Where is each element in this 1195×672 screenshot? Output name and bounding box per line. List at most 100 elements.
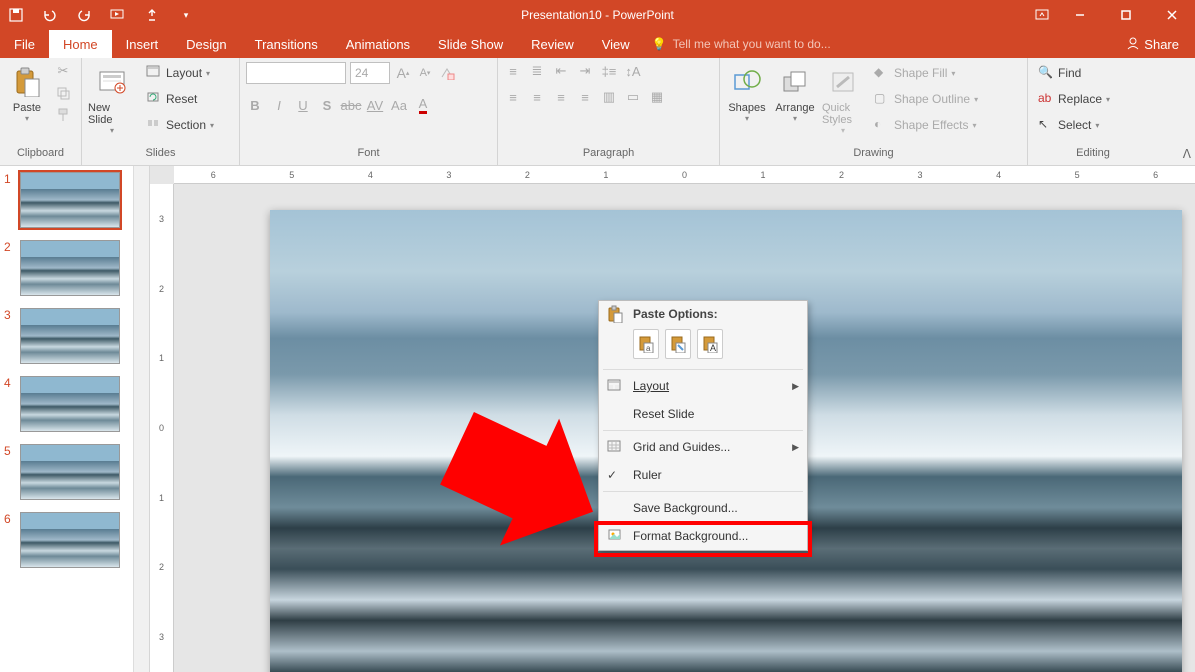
cut-icon[interactable]: ✂ xyxy=(54,62,72,80)
align-text-icon[interactable]: ▭ xyxy=(624,88,642,106)
align-center-icon[interactable]: ≡ xyxy=(528,88,546,106)
bullets-icon[interactable]: ≡ xyxy=(504,62,522,80)
checkmark-icon: ✓ xyxy=(607,468,623,482)
vertical-ruler: 3210123 xyxy=(150,184,174,672)
find-icon: 🔍 xyxy=(1038,65,1054,81)
share-button[interactable]: Share xyxy=(1118,30,1187,58)
collapse-ribbon-icon[interactable]: ᐱ xyxy=(1183,147,1191,161)
window-title: Presentation10 - PowerPoint xyxy=(521,8,674,22)
menu-grid-guides[interactable]: Grid and Guides... ▶ xyxy=(599,433,807,461)
tab-review[interactable]: Review xyxy=(517,30,588,58)
reset-button[interactable]: Reset xyxy=(142,88,218,110)
slide-thumbnail[interactable]: 5 xyxy=(0,438,149,506)
group-font: A▴ A▾ B I U S abc AV Aa A Font xyxy=(240,58,498,165)
font-color-icon[interactable]: A xyxy=(414,96,432,114)
close-icon[interactable] xyxy=(1149,0,1195,30)
bold-icon[interactable]: B xyxy=(246,96,264,114)
grow-font-icon[interactable]: A▴ xyxy=(394,64,412,82)
tell-me-search[interactable]: 💡 Tell me what you want to do... xyxy=(644,30,831,58)
font-family-combo[interactable] xyxy=(246,62,346,84)
menu-save-background[interactable]: Save Background... xyxy=(599,494,807,522)
redo-icon[interactable] xyxy=(76,7,92,23)
format-painter-icon[interactable] xyxy=(54,106,72,124)
shapes-button[interactable]: Shapes▾ xyxy=(726,62,768,123)
group-paragraph: ≡ ≣ ⇤ ⇥ ‡≡ ↕A ≡ ≡ ≡ ≡ ▥ ▭ ▦ Paragraph xyxy=(498,58,720,165)
char-spacing-icon[interactable]: AV xyxy=(366,96,384,114)
shape-outline-button[interactable]: ▢Shape Outline ▾ xyxy=(870,88,982,110)
start-from-beginning-icon[interactable] xyxy=(110,7,126,23)
shape-effects-button[interactable]: ◐Shape Effects ▾ xyxy=(870,114,982,136)
undo-icon[interactable] xyxy=(42,7,58,23)
strikethrough-icon[interactable]: abc xyxy=(342,96,360,114)
tab-design[interactable]: Design xyxy=(172,30,240,58)
shadow-icon[interactable]: S xyxy=(318,96,336,114)
menu-layout[interactable]: Layout ▶ xyxy=(599,372,807,400)
shrink-font-icon[interactable]: A▾ xyxy=(416,64,434,82)
tab-insert[interactable]: Insert xyxy=(112,30,173,58)
layout-button[interactable]: Layout ▾ xyxy=(142,62,218,84)
ribbon-display-options-icon[interactable] xyxy=(1027,0,1057,30)
paste-text-only-icon[interactable]: A xyxy=(697,329,723,359)
underline-icon[interactable]: U xyxy=(294,96,312,114)
justify-icon[interactable]: ≡ xyxy=(576,88,594,106)
section-icon xyxy=(146,117,162,133)
touch-mode-icon[interactable] xyxy=(144,7,160,23)
line-spacing-icon[interactable]: ‡≡ xyxy=(600,62,618,80)
smartart-icon[interactable]: ▦ xyxy=(648,88,666,106)
paste-keep-source-formatting-icon[interactable] xyxy=(665,329,691,359)
slide-thumbnail[interactable]: 2 xyxy=(0,234,149,302)
replace-button[interactable]: abReplace ▾ xyxy=(1034,88,1114,110)
decrease-indent-icon[interactable]: ⇤ xyxy=(552,62,570,80)
qat-customize-icon[interactable]: ▾ xyxy=(178,7,194,23)
slide-number: 5 xyxy=(4,444,16,500)
menu-ruler[interactable]: ✓ Ruler xyxy=(599,461,807,489)
numbering-icon[interactable]: ≣ xyxy=(528,62,546,80)
group-label: Paragraph xyxy=(504,147,713,163)
new-slide-button[interactable]: New Slide ▾ xyxy=(88,62,136,135)
replace-icon: ab xyxy=(1038,91,1054,107)
minimize-icon[interactable] xyxy=(1057,0,1103,30)
italic-icon[interactable]: I xyxy=(270,96,288,114)
save-icon[interactable] xyxy=(8,7,24,23)
shapes-icon xyxy=(731,66,763,98)
paste-button[interactable]: Paste ▾ xyxy=(6,62,48,123)
paste-use-destination-theme-icon[interactable]: a xyxy=(633,329,659,359)
tab-transitions[interactable]: Transitions xyxy=(241,30,332,58)
slide-thumbnail[interactable]: 1 xyxy=(0,166,149,234)
increase-indent-icon[interactable]: ⇥ xyxy=(576,62,594,80)
slide-thumbnail[interactable]: 4 xyxy=(0,370,149,438)
maximize-icon[interactable] xyxy=(1103,0,1149,30)
select-button[interactable]: ↖Select ▾ xyxy=(1034,114,1114,136)
reset-icon xyxy=(146,91,162,107)
tab-home[interactable]: Home xyxy=(49,30,112,58)
slide-number: 1 xyxy=(4,172,16,228)
context-menu: Paste Options: a A Layout ▶ Reset Slide … xyxy=(598,300,808,551)
svg-text:A: A xyxy=(710,343,716,353)
columns-icon[interactable]: ▥ xyxy=(600,88,618,106)
quick-styles-icon xyxy=(827,66,859,98)
section-button[interactable]: Section ▾ xyxy=(142,114,218,136)
change-case-icon[interactable]: Aa xyxy=(390,96,408,114)
quick-styles-button[interactable]: Quick Styles▾ xyxy=(822,62,864,135)
clear-formatting-icon[interactable] xyxy=(438,64,456,82)
font-size-combo[interactable] xyxy=(350,62,390,84)
shape-fill-icon: ◆ xyxy=(874,65,890,81)
arrange-button[interactable]: Arrange▾ xyxy=(774,62,816,123)
thumbnail-scrollbar[interactable] xyxy=(133,166,149,672)
align-right-icon[interactable]: ≡ xyxy=(552,88,570,106)
slide-thumbnail[interactable]: 3 xyxy=(0,302,149,370)
tab-animations[interactable]: Animations xyxy=(332,30,424,58)
find-button[interactable]: 🔍Find xyxy=(1034,62,1114,84)
copy-icon[interactable] xyxy=(54,84,72,102)
slide-thumbnail[interactable]: 6 xyxy=(0,506,149,574)
tab-slideshow[interactable]: Slide Show xyxy=(424,30,517,58)
slide-thumbnail-panel[interactable]: 1 234 5 6 xyxy=(0,166,150,672)
shape-fill-button[interactable]: ◆Shape Fill ▾ xyxy=(870,62,982,84)
menu-reset-slide[interactable]: Reset Slide xyxy=(599,400,807,428)
tab-file[interactable]: File xyxy=(0,30,49,58)
tab-view[interactable]: View xyxy=(588,30,644,58)
text-direction-icon[interactable]: ↕A xyxy=(624,62,642,80)
horizontal-ruler: 6543210123456 xyxy=(174,166,1195,184)
align-left-icon[interactable]: ≡ xyxy=(504,88,522,106)
menu-format-background[interactable]: Format Background... xyxy=(599,522,807,550)
